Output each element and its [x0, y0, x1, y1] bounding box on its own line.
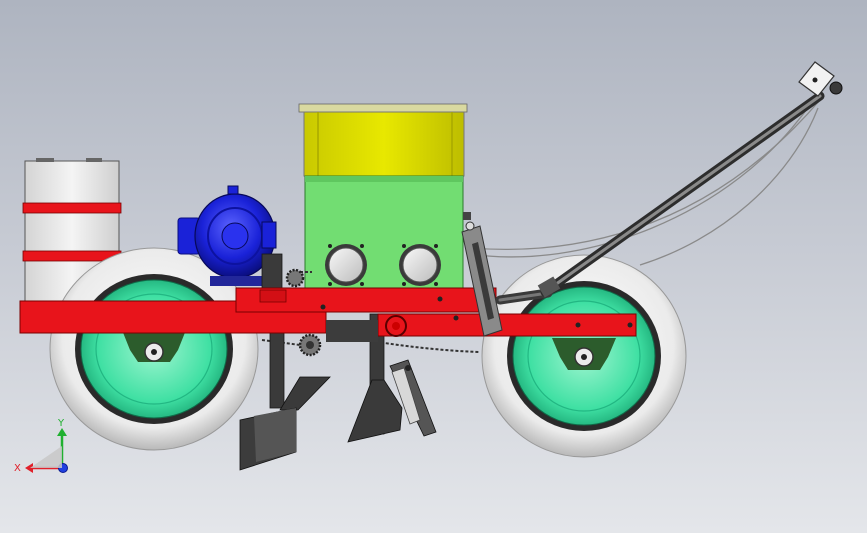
hopper-lid — [298, 103, 468, 113]
seed-opener-center[interactable] — [347, 359, 437, 443]
motor-sprocket — [285, 268, 305, 288]
chain-sprocket — [298, 333, 322, 357]
metering-disc-left — [328, 247, 364, 283]
metering-disc-right — [402, 247, 438, 283]
tank-strap-upper — [22, 202, 122, 214]
y-axis-label: Y — [57, 418, 65, 429]
cad-viewport[interactable]: Y X — [0, 0, 867, 533]
front-wheel[interactable] — [481, 254, 687, 458]
coordinate-triad: Y X — [14, 418, 68, 474]
x-axis-label: X — [14, 463, 21, 474]
seed-hopper[interactable] — [298, 103, 468, 177]
hose-lines — [469, 99, 821, 266]
seed-metering-box[interactable] — [304, 175, 471, 295]
seeder-assembly-view: Y X — [14, 61, 843, 474]
furrow-opener-left[interactable] — [239, 376, 331, 471]
